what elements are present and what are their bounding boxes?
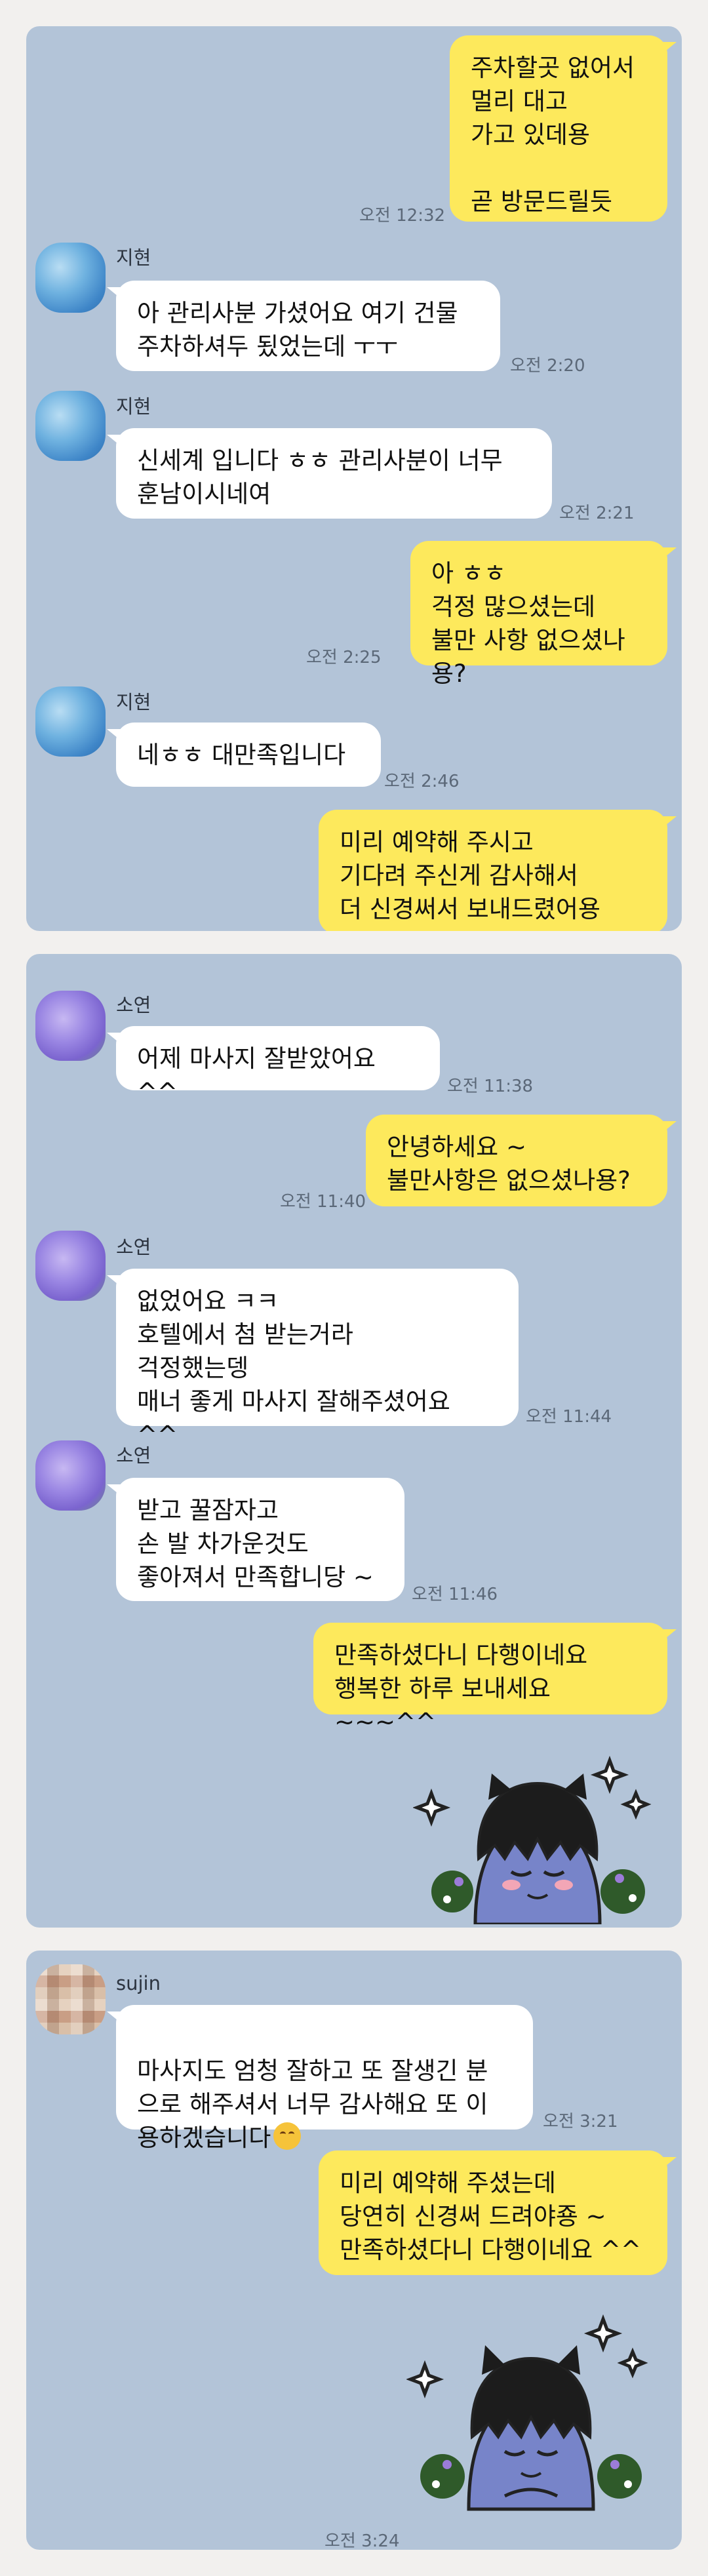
their-message: 마사지도 엄청 잘하고 또 잘생긴 분 으로 해주셔서 너무 감사해요 또 이 … — [107, 2005, 533, 2152]
my-message: 미리 예약해 주셨는데 당연히 신경써 드려야죵 ~ 만족하셨다니 다행이네요 … — [319, 2150, 677, 2275]
message-time: 오전 11:44 — [526, 1407, 612, 1427]
avatar[interactable] — [35, 243, 106, 313]
avatar[interactable] — [35, 1231, 106, 1301]
their-message: 아 관리사분 가셨어요 여기 건물 주차하셔두 됬었는데 ㅜㅜ — [107, 281, 500, 371]
avatar[interactable] — [35, 391, 106, 461]
message-time: 오전 2:20 — [510, 356, 585, 376]
message-time: 오전 12:32 — [359, 206, 446, 226]
sender-name: 지현 — [116, 247, 151, 269]
sender-name: 소연 — [116, 1236, 151, 1258]
message-time: 오전 3:24 — [324, 2531, 400, 2550]
sender-name: 소연 — [116, 1444, 151, 1467]
avatar[interactable] — [35, 686, 106, 757]
chat-screenshot-1: 주차할곳 없어서 멀리 대고 가고 있데용 곧 방문드릴듯 오전 12:32 지… — [26, 26, 682, 931]
message-time: 오전 11:46 — [412, 1585, 498, 1604]
my-message: 만족하셨다니 다행이네요 행복한 하루 보내세요 ~~~^^ — [313, 1623, 677, 1736]
my-message: 아 ㅎㅎ 걱정 많으셨는데 불만 사항 없으셨나용? — [410, 541, 677, 688]
their-message: 받고 꿀잠자고 손 발 차가운것도 좋아져서 만족합니당 ~ — [107, 1478, 404, 1601]
sender-name: sujin — [116, 1972, 161, 1994]
their-message: 네ㅎㅎ 대만족입니다 — [107, 723, 381, 787]
avatar[interactable] — [35, 991, 106, 1061]
message-text: 마사지도 엄청 잘하고 또 잘생긴 분 으로 해주셔서 너무 감사해요 또 이 … — [137, 2057, 488, 2152]
their-message: 신세계 입니다 ㅎㅎ 관리사분이 너무 훈남이시네여 — [107, 428, 552, 519]
chat-screenshot-2: 소연 어제 마사지 잘받았어요 ^^ 오전 11:38 안녕하세요 ~ 불만사항… — [26, 954, 682, 1928]
message-time: 오전 11:40 — [280, 1192, 366, 1212]
my-message: 안녕하세요 ~ 불만사항은 없으셨나용? — [366, 1115, 677, 1206]
sender-name: 지현 — [116, 395, 151, 418]
sender-name: 지현 — [116, 691, 151, 713]
avatar[interactable] — [35, 1964, 106, 2034]
my-message: 미리 예약해 주시고 기다려 주신게 감사해서 더 신경써서 보내드렸어용 ^^ — [319, 810, 677, 931]
chat-screenshot-3: sujin 마사지도 엄청 잘하고 또 잘생긴 분 으로 해주셔서 너무 감사해… — [26, 1951, 682, 2550]
my-message: 주차할곳 없어서 멀리 대고 가고 있데용 곧 방문드릴듯 — [450, 35, 677, 222]
message-time: 오전 2:25 — [306, 648, 382, 667]
their-message: 어제 마사지 잘받았어요 ^^ — [107, 1026, 440, 1106]
their-message: 없었어요 ㅋㅋ 호텔에서 첨 받는거라 걱정했는뎅 매너 좋게 마사지 잘해주셨… — [107, 1269, 519, 1449]
message-time: 오전 2:46 — [384, 772, 460, 791]
kakao-character-sticker — [406, 2314, 648, 2511]
avatar[interactable] — [35, 1440, 106, 1511]
message-time: 오전 11:38 — [447, 1077, 534, 1096]
sender-name: 소연 — [116, 994, 151, 1016]
message-time: 오전 3:21 — [543, 2112, 618, 2131]
smiling-face-emoji-icon — [273, 2122, 302, 2150]
message-time: 오전 2:21 — [559, 504, 635, 523]
kakao-character-sticker — [413, 1755, 652, 1924]
